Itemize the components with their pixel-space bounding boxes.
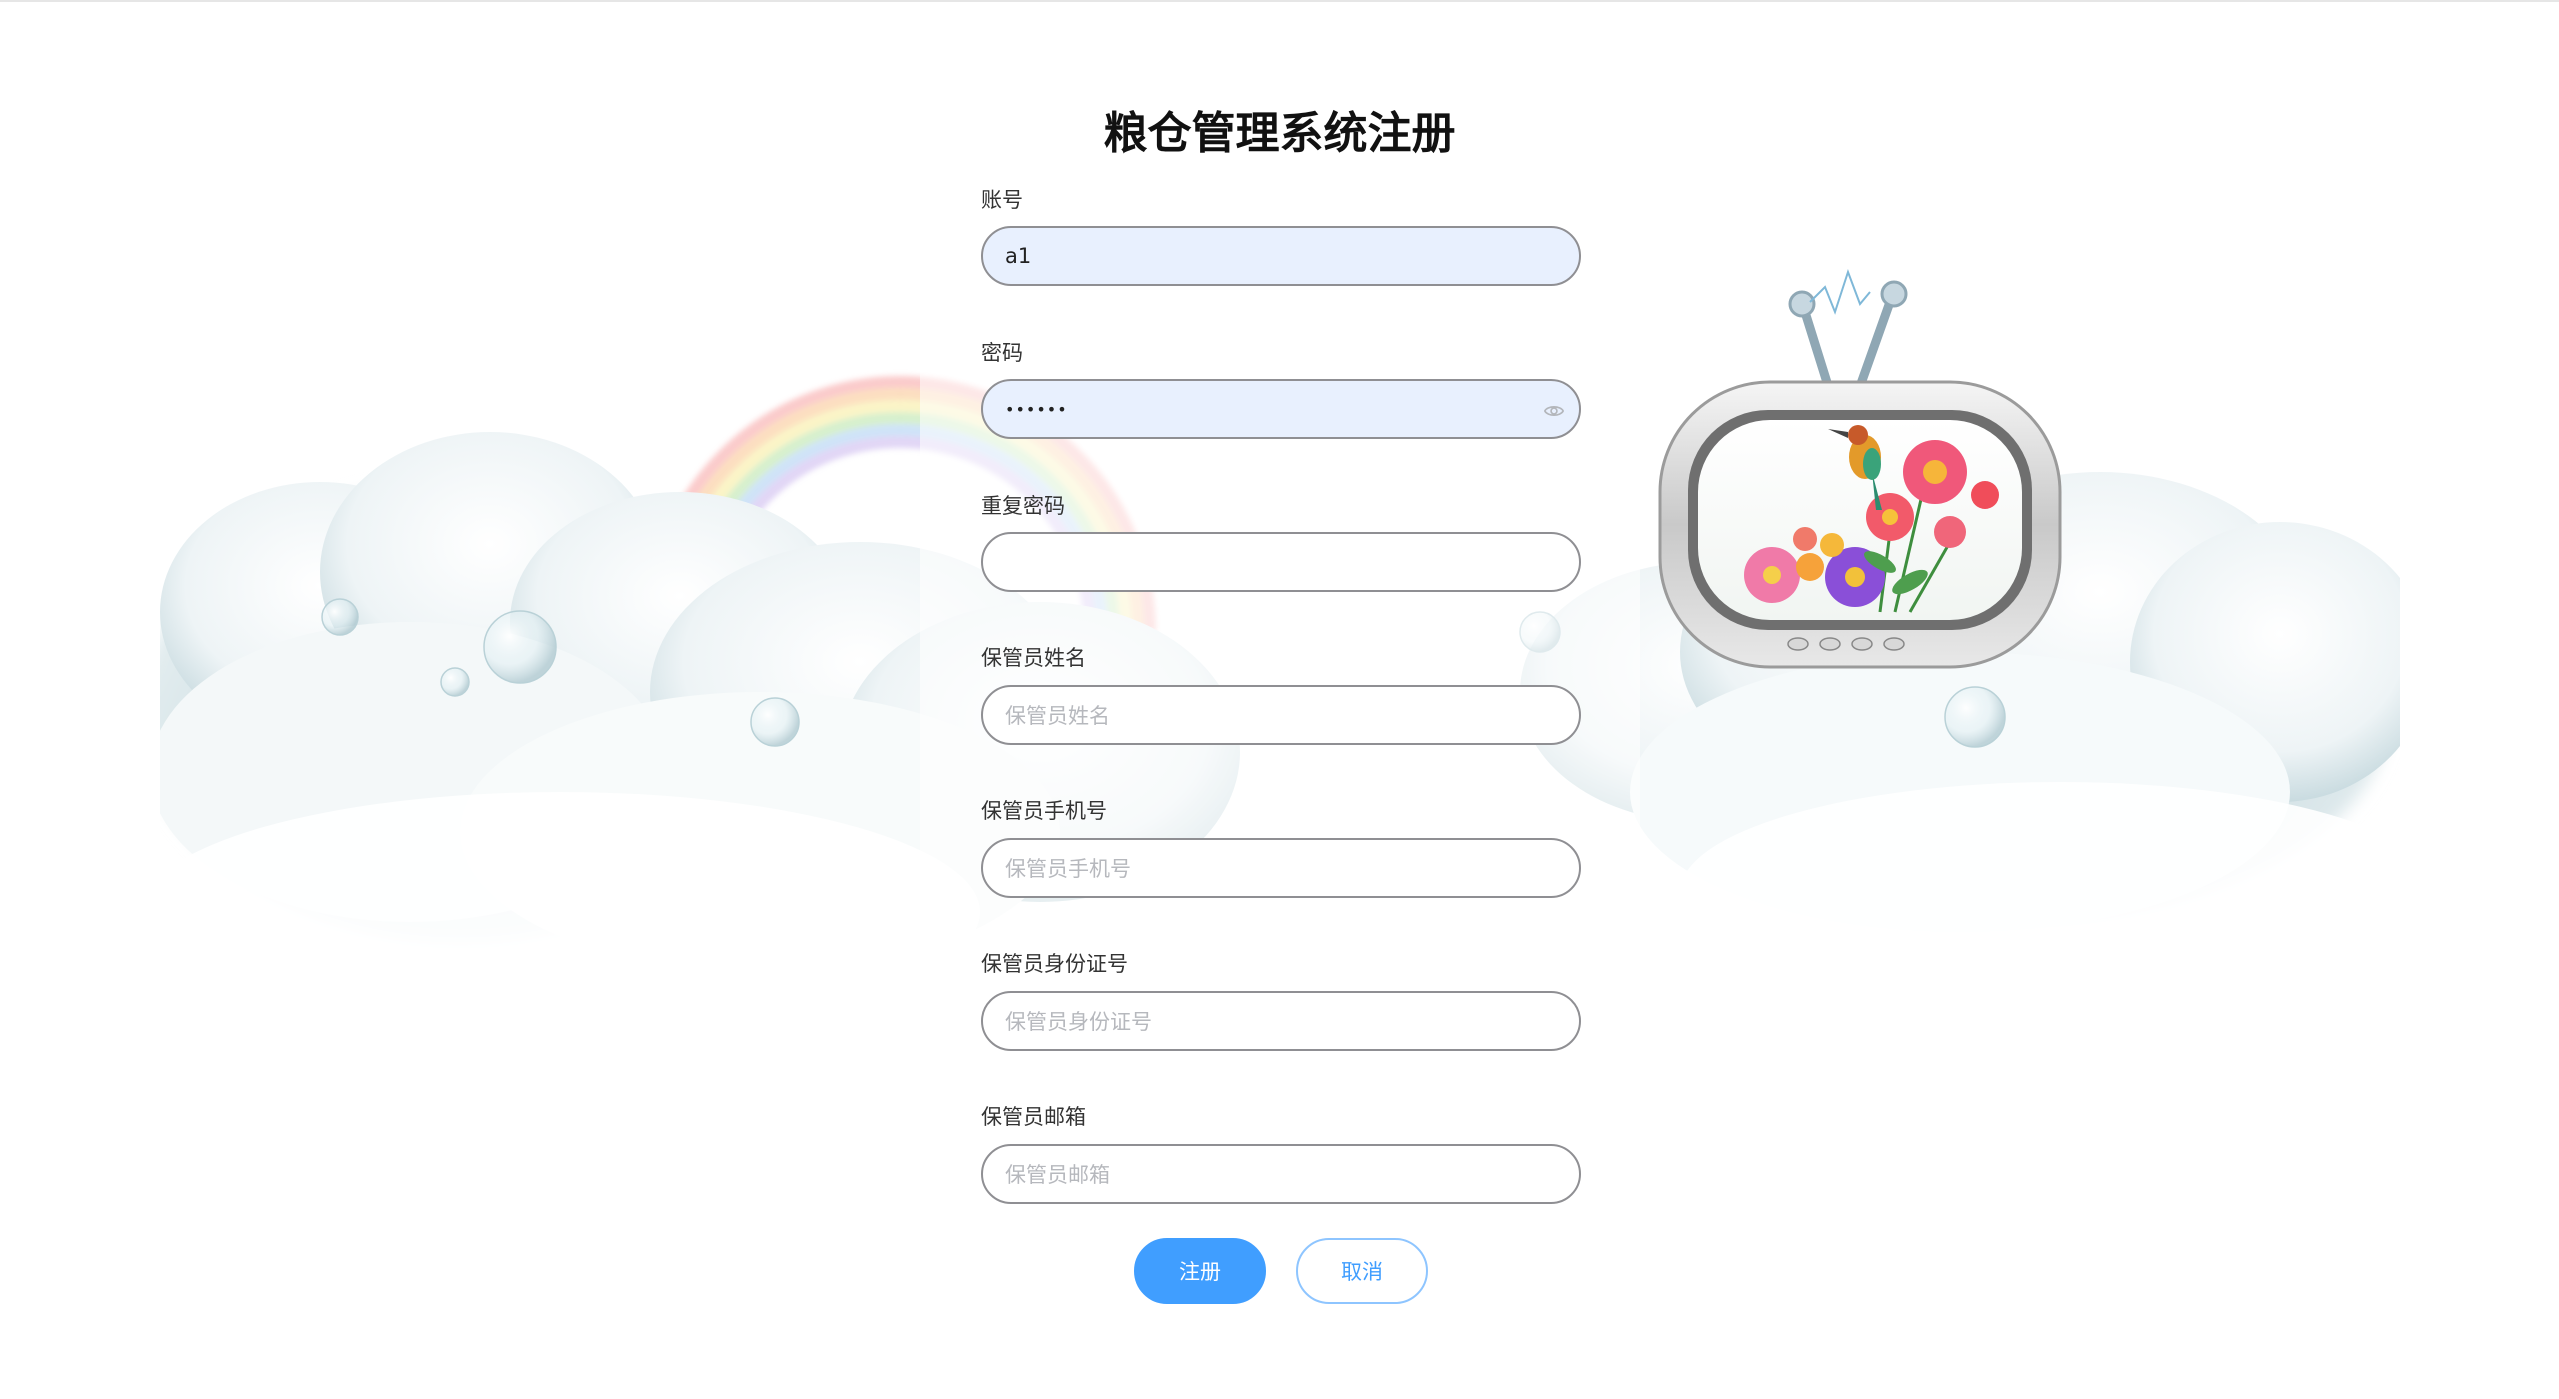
password-value: •••••• [1005,399,1068,419]
password-input[interactable]: •••••• [981,379,1581,439]
eye-icon[interactable] [1543,400,1565,422]
account-label: 账号 [981,188,1023,212]
repeat-password-input[interactable] [981,532,1581,592]
page-title: 粮仓管理系统注册 [1103,108,1456,159]
keeper-id-label: 保管员身份证号 [981,952,1128,976]
keeper-email-input[interactable]: 保管员邮箱 [981,1144,1581,1204]
keeper-name-placeholder: 保管员姓名 [1005,704,1110,728]
account-input[interactable]: a1 [981,226,1581,286]
keeper-phone-placeholder: 保管员手机号 [1005,857,1131,881]
keeper-name-input[interactable]: 保管员姓名 [981,685,1581,745]
form-backdrop [920,182,1640,1082]
keeper-email-placeholder: 保管员邮箱 [1005,1163,1110,1187]
keeper-id-input[interactable]: 保管员身份证号 [981,991,1581,1051]
keeper-id-placeholder: 保管员身份证号 [1005,1010,1152,1034]
repeat-password-label: 重复密码 [981,494,1065,518]
register-button[interactable]: 注册 [1134,1238,1266,1304]
keeper-email-label: 保管员邮箱 [981,1105,1086,1129]
retro-tv-illustration [1658,268,2062,669]
password-label: 密码 [981,341,1023,365]
keeper-phone-label: 保管员手机号 [981,799,1107,823]
keeper-phone-input[interactable]: 保管员手机号 [981,838,1581,898]
keeper-name-label: 保管员姓名 [981,646,1086,670]
account-value: a1 [1005,244,1032,268]
cancel-button[interactable]: 取消 [1296,1238,1428,1304]
register-page: 粮仓管理系统注册 账号 a1 密码 •••••• 重复密码 保管员姓名 保管员姓… [0,0,2559,1399]
